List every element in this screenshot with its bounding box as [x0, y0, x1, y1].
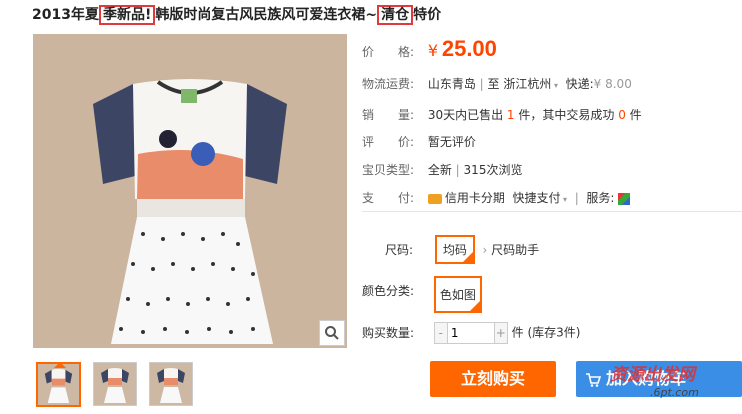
- thumbnail-1[interactable]: [36, 362, 81, 407]
- watermark-text: 资源出发网: [610, 365, 695, 385]
- dress-illustration: [33, 34, 347, 348]
- zoom-icon[interactable]: [319, 320, 345, 346]
- title-highlight-new: 季新品!: [98, 5, 156, 25]
- size-row: 尺码: 均码 › 尺码助手: [385, 235, 539, 264]
- thumbnail-2[interactable]: [93, 362, 137, 406]
- credit-card-icon: [427, 193, 442, 204]
- quantity-row: 购买数量: - + 件 (库存3件): [362, 322, 580, 344]
- quantity-stepper: - +: [433, 322, 508, 344]
- chevron-right-icon: ›: [482, 243, 488, 257]
- price-row: 价 格: ¥ 25.00: [362, 36, 497, 61]
- payment-row: 支 付: 信用卡分期 快捷支付 ▾ | 服务:: [362, 189, 631, 206]
- color-row: 颜色分类: 色如图: [362, 276, 482, 313]
- color-option-selected[interactable]: 色如图: [433, 276, 482, 313]
- shipping-row: 物流运费: 山东青岛 | 至 浙江杭州 ▾ 快递:¥ 8.00: [362, 77, 632, 91]
- quantity-input[interactable]: [446, 323, 495, 343]
- service-badge-icon[interactable]: [618, 192, 631, 205]
- chevron-down-icon: ▾: [560, 195, 568, 204]
- thumbnail-3[interactable]: [149, 362, 193, 406]
- decrement-button[interactable]: -: [434, 323, 447, 343]
- size-helper-link[interactable]: 尺码助手: [491, 243, 539, 257]
- quick-pay-link[interactable]: 快捷支付: [512, 191, 560, 205]
- increment-button[interactable]: +: [494, 323, 507, 343]
- product-main-image[interactable]: [33, 34, 347, 348]
- destination-select[interactable]: 浙江杭州: [503, 77, 551, 91]
- chevron-down-icon: ▾: [551, 81, 558, 90]
- installment-link[interactable]: 信用卡分期: [445, 191, 505, 205]
- price-value: 25.00: [441, 36, 497, 61]
- divider: [362, 211, 742, 212]
- size-option-selected[interactable]: 均码: [434, 235, 475, 264]
- cart-icon: [585, 361, 602, 397]
- product-title: 2013年夏 季新品! 韩版时尚复古风民族风可爱连衣裙~ 清仓 特价: [32, 5, 442, 25]
- item-type-row: 宝贝类型: 全新 | 315次浏览: [362, 163, 523, 177]
- thumbnail-list: [36, 362, 193, 407]
- watermark-url: .6pt.com: [650, 386, 699, 399]
- buy-now-button[interactable]: 立刻购买: [430, 361, 556, 397]
- review-row: 评 价: 暂无评价: [362, 135, 476, 149]
- title-highlight-clearance: 清仓: [377, 5, 414, 25]
- sales-row: 销 量: 30天内已售出 1 件，其中交易成功 0 件: [362, 108, 642, 122]
